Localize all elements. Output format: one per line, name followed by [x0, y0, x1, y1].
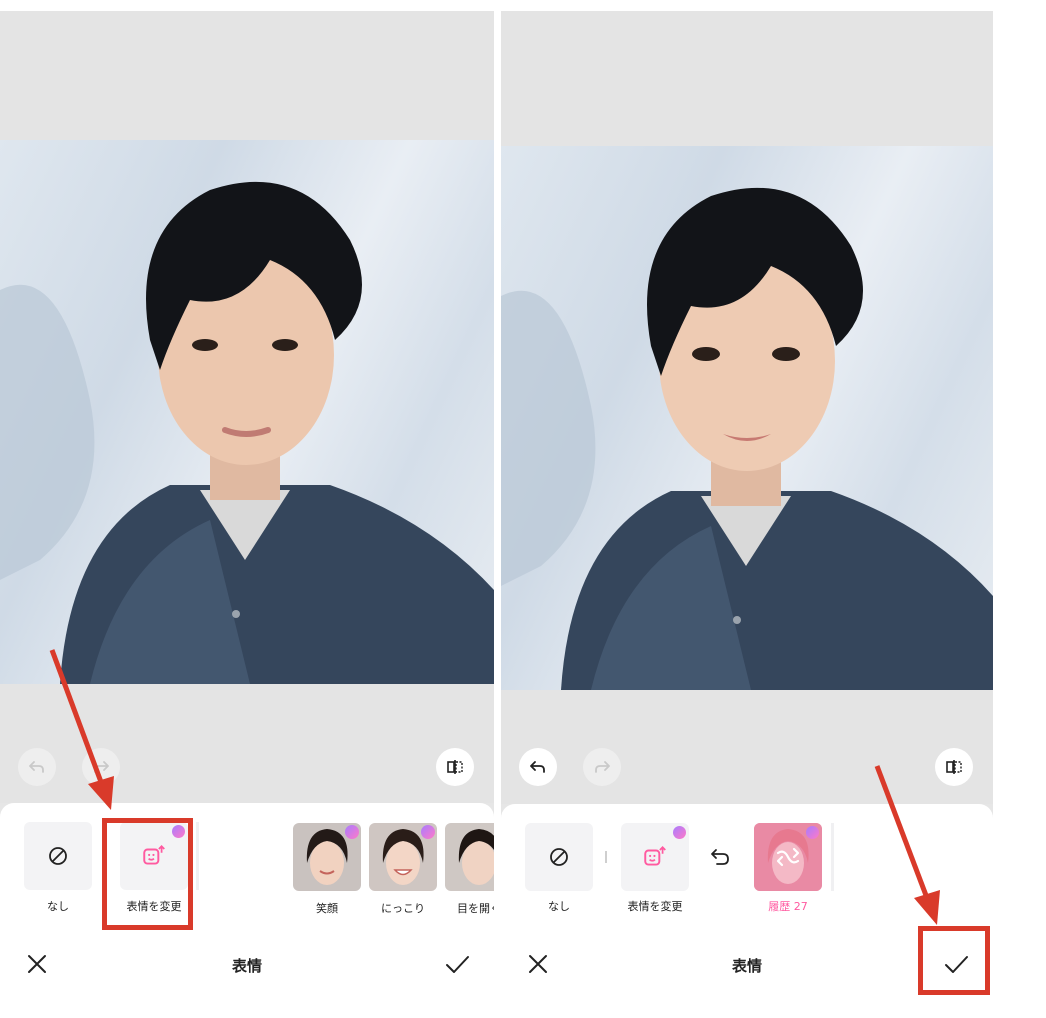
bottom-bar: 表情 — [0, 939, 494, 989]
undo-icon — [29, 761, 44, 773]
redo-button[interactable] — [583, 748, 621, 786]
highlight-box-confirm — [918, 926, 990, 995]
change-expression-icon — [644, 846, 666, 866]
premium-badge-icon — [345, 825, 359, 839]
portrait-illustration — [0, 181, 494, 684]
reset-icon[interactable] — [709, 846, 731, 868]
bottom-gray-area — [0, 684, 494, 803]
premium-badge-icon — [673, 826, 686, 839]
premium-badge-icon — [421, 825, 435, 839]
tile-change-expression-label: 表情を変更 — [627, 900, 683, 913]
preset-open-eyes[interactable] — [445, 823, 494, 891]
bottom-gray-area — [501, 690, 993, 804]
undo-icon — [530, 761, 545, 773]
tile-divider — [196, 822, 199, 890]
compare-icon — [447, 760, 463, 774]
compare-button[interactable] — [436, 748, 474, 786]
none-icon — [49, 847, 67, 865]
portrait-photo — [501, 146, 993, 690]
comparison-stage: なし 表情を変更 笑顔 にっこり 目を開く 表情 — [0, 0, 1046, 1018]
tile-change-expression[interactable] — [621, 823, 689, 891]
screen-title: 表情 — [231, 957, 262, 975]
editor-screen-after: なし 表情を変更 履歴 27 表情 — [501, 11, 993, 1018]
separator — [605, 851, 607, 863]
editor-screen-before: なし 表情を変更 笑顔 にっこり 目を開く 表情 — [0, 11, 494, 1018]
preset-open-eyes-label: 目を開く — [457, 902, 494, 915]
compare-button[interactable] — [935, 748, 973, 786]
preset-smile[interactable] — [293, 823, 361, 891]
top-gray-area — [501, 11, 993, 146]
tile-none-label: なし — [47, 900, 69, 913]
top-gray-area — [0, 11, 494, 140]
undo-button[interactable] — [18, 748, 56, 786]
tile-history[interactable] — [754, 823, 822, 891]
premium-badge-icon — [806, 826, 819, 839]
highlight-box-change-expression — [102, 818, 193, 930]
confirm-check-icon[interactable] — [444, 951, 470, 977]
tile-none[interactable] — [525, 823, 593, 891]
tile-none-label: なし — [548, 900, 570, 913]
compare-icon — [946, 760, 962, 774]
undo-button[interactable] — [519, 748, 557, 786]
portrait-photo — [0, 140, 494, 684]
redo-icon — [595, 761, 610, 773]
tile-none[interactable] — [24, 822, 92, 890]
preset-grin[interactable] — [369, 823, 437, 891]
history-label: 履歴 27 — [768, 900, 808, 913]
redo-icon — [94, 761, 109, 773]
redo-button[interactable] — [82, 748, 120, 786]
tile-divider — [831, 823, 834, 891]
portrait-illustration — [501, 187, 993, 690]
preset-open-eyes-thumbnail — [445, 823, 494, 891]
none-icon — [550, 848, 568, 866]
